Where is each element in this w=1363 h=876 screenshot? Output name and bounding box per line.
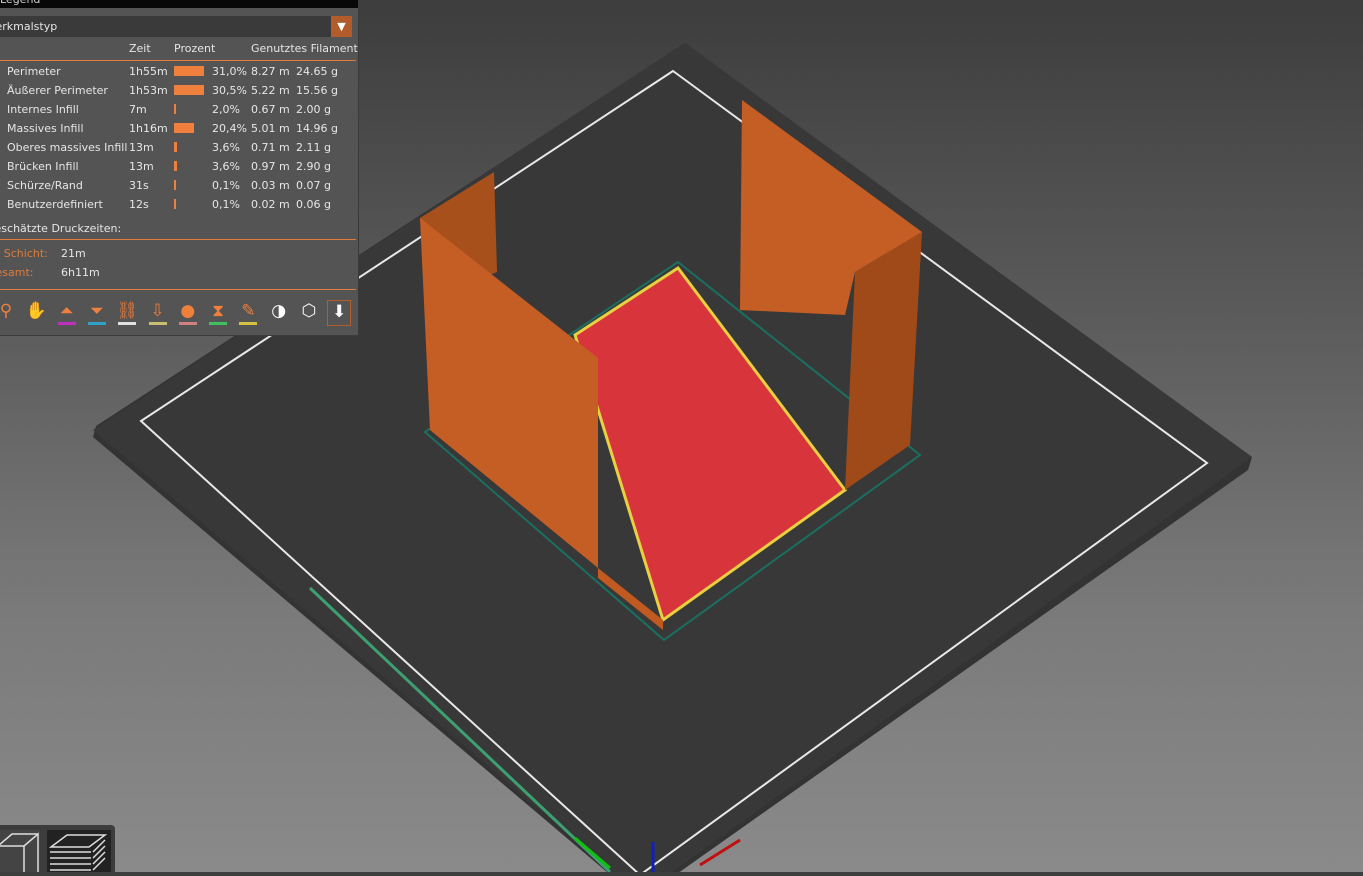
feature-percent: 2,0%: [212, 103, 240, 116]
feature-time: 1h16m: [129, 122, 168, 135]
estimated-times-label: Geschätzte Druckzeiten:: [0, 222, 122, 235]
first-layer-value: 21m: [61, 247, 86, 260]
divider: [0, 60, 356, 61]
feature-length: 0.02 m: [251, 198, 290, 211]
shells-icon[interactable]: ⬡: [297, 300, 321, 326]
feature-percent: 3,6%: [212, 160, 240, 173]
feature-time: 1h55m: [129, 65, 168, 78]
legend-row[interactable]: Brücken Infill 13m 3,6% 0.97 m 2.90 g: [0, 157, 356, 176]
options-toolbar: ⚲ ✋ ⏶ ⏷ ⛓ ⇩ ● ⧗ ✎ ◑ ⬡ ⬇: [0, 300, 356, 326]
pause-prints-icon[interactable]: ⧗: [206, 300, 230, 326]
feature-name: Oberes massives Infill: [7, 141, 128, 154]
color-underline: [239, 322, 258, 325]
percent-bar: [174, 66, 205, 76]
feature-percent: 30,5%: [212, 84, 247, 97]
retractions-icon[interactable]: ⏶: [55, 300, 79, 326]
feature-length: 0.97 m: [251, 160, 290, 173]
divider: [0, 239, 356, 240]
feature-time: 31s: [129, 179, 149, 192]
preview-button[interactable]: [47, 830, 111, 872]
view-switcher: [0, 825, 115, 872]
color-changes-icon[interactable]: ●: [176, 300, 200, 326]
feature-name: Perimeter: [7, 65, 61, 78]
percent-bar: [174, 161, 178, 171]
header-filament: Genutztes Filament: [251, 42, 358, 55]
first-layer-label: Erste Schicht:: [0, 247, 48, 260]
divider: [0, 289, 356, 290]
feature-percent: 3,6%: [212, 141, 240, 154]
feature-time: 1h53m: [129, 84, 168, 97]
feature-name: Brücken Infill: [7, 160, 79, 173]
feature-name: Internes Infill: [7, 103, 79, 116]
travel-icon[interactable]: ⚲: [0, 300, 18, 326]
legend-row[interactable]: Schürze/Rand 31s 0,1% 0.03 m 0.07 g: [0, 176, 356, 195]
feature-weight: 24.65 g: [296, 65, 338, 78]
feature-weight: 2.90 g: [296, 160, 331, 173]
color-underline: [57, 322, 76, 325]
percent-bar: [174, 199, 176, 209]
total-label: Gesamt:: [0, 266, 34, 279]
feature-weight: 0.06 g: [296, 198, 331, 211]
color-underline: [148, 322, 167, 325]
percent-bar: [174, 142, 178, 152]
feature-weight: 2.00 g: [296, 103, 331, 116]
feature-weight: 14.96 g: [296, 122, 338, 135]
view-type-combo[interactable]: Merkmalstyp ▼: [0, 16, 352, 37]
legend-row[interactable]: Äußerer Perimeter 1h53m 30,5% 5.22 m 15.…: [0, 81, 356, 100]
feature-percent: 31,0%: [212, 65, 247, 78]
legend-title: Legend: [0, 0, 358, 8]
total-value: 6h11m: [61, 266, 100, 279]
deretractions-icon[interactable]: ⏷: [85, 300, 109, 326]
feature-length: 5.01 m: [251, 122, 290, 135]
feature-time: 12s: [129, 198, 149, 211]
feature-weight: 0.07 g: [296, 179, 331, 192]
legend-row[interactable]: Perimeter 1h55m 31,0% 8.27 m 24.65 g: [0, 62, 356, 81]
feature-time: 13m: [129, 160, 154, 173]
color-underline: [118, 322, 137, 325]
feature-name: Äußerer Perimeter: [7, 84, 108, 97]
feature-length: 0.71 m: [251, 141, 290, 154]
feature-time: 13m: [129, 141, 154, 154]
wipe-icon[interactable]: ✋: [24, 300, 48, 326]
tool-marker-icon[interactable]: ⬇: [327, 300, 352, 326]
feature-weight: 15.56 g: [296, 84, 338, 97]
layers-icon: [48, 834, 108, 871]
percent-bar: [174, 85, 204, 95]
feature-name: Schürze/Rand: [7, 179, 83, 192]
legend-row[interactable]: Benutzerdefiniert 12s 0,1% 0.02 m 0.06 g: [0, 195, 356, 214]
feature-length: 0.03 m: [251, 179, 290, 192]
feature-time: 7m: [129, 103, 147, 116]
legend-row[interactable]: Oberes massives Infill 13m 3,6% 0.71 m 2…: [0, 138, 356, 157]
tool-changes-icon[interactable]: ⇩: [146, 300, 170, 326]
feature-percent: 0,1%: [212, 198, 240, 211]
percent-bar: [174, 123, 194, 133]
feature-length: 0.67 m: [251, 103, 290, 116]
seams-icon[interactable]: ⛓: [115, 300, 139, 326]
feature-weight: 2.11 g: [296, 141, 331, 154]
color-underline: [178, 322, 197, 325]
feature-name: Massives Infill: [7, 122, 84, 135]
header-percent: Prozent: [174, 42, 216, 55]
custom-gcode-icon[interactable]: ✎: [236, 300, 260, 326]
legend-row[interactable]: Massives Infill 1h16m 20,4% 5.01 m 14.96…: [0, 119, 356, 138]
color-underline: [209, 322, 228, 325]
center-of-gravity-icon[interactable]: ◑: [267, 300, 291, 326]
view-type-value: Merkmalstyp: [0, 20, 58, 33]
legend-panel: Legend Merkmalstyp ▼ Zeit Prozent Genutz…: [0, 0, 359, 336]
cube-icon: [0, 832, 39, 872]
3d-view-button[interactable]: [0, 830, 40, 872]
color-underline: [87, 322, 106, 325]
legend-row[interactable]: Internes Infill 7m 2,0% 0.67 m 2.00 g: [0, 100, 356, 119]
feature-length: 5.22 m: [251, 84, 290, 97]
percent-bar: [174, 180, 176, 190]
percent-bar: [174, 104, 176, 114]
feature-name: Benutzerdefiniert: [7, 198, 103, 211]
chevron-down-icon[interactable]: ▼: [331, 16, 352, 37]
feature-length: 8.27 m: [251, 65, 290, 78]
header-time: Zeit: [129, 42, 151, 55]
feature-percent: 20,4%: [212, 122, 247, 135]
feature-percent: 0,1%: [212, 179, 240, 192]
